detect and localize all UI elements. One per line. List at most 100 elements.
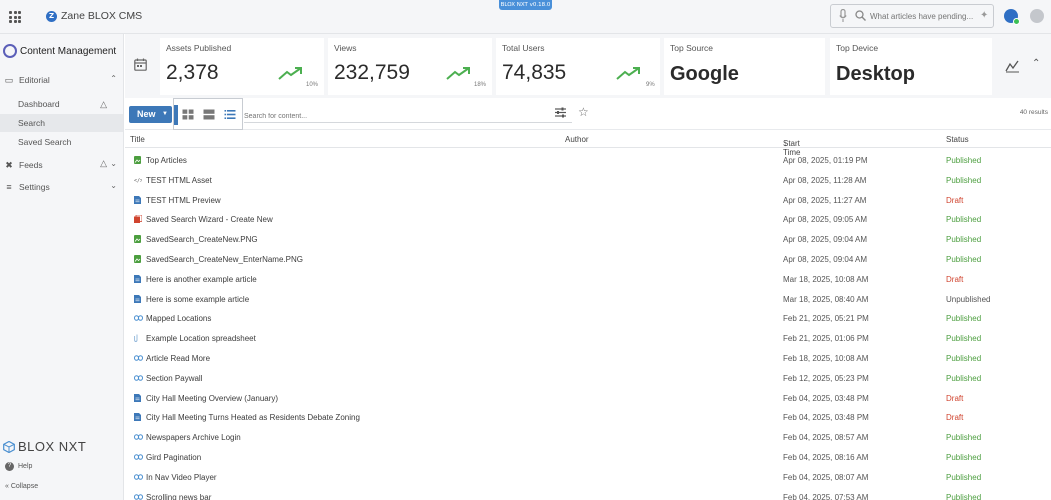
table-row[interactable]: Gird Pagination Feb 04, 2025, 08:16 AM Pub… (125, 447, 1051, 467)
article-type-icon (134, 413, 141, 422)
column-title[interactable]: Title (130, 135, 145, 144)
ai-search-input[interactable] (870, 9, 978, 24)
row-status: Published (946, 314, 982, 324)
content-search[interactable] (244, 105, 572, 125)
chevron-down-icon[interactable]: ⌄ (110, 181, 117, 190)
arrow-down-icon: ↓ (783, 139, 787, 148)
logo-text: BLOX NXT (18, 439, 87, 454)
row-title[interactable]: City Hall Meeting Turns Heated as Reside… (146, 413, 360, 422)
sidebar-group-settings[interactable]: ≡ Settings ⌄ (0, 177, 124, 197)
table-row[interactable]: Top Articles Apr 08, 2025, 01:19 PM Publis… (125, 150, 1051, 170)
chevron-down-icon[interactable]: ⌄ (130, 9, 138, 20)
help-link[interactable]: ? Help (5, 462, 32, 471)
sidebar-group-label: Editorial (19, 75, 50, 85)
row-start-time: Feb 04, 2025, 08:07 AM (783, 472, 869, 482)
link-type-icon (134, 314, 143, 322)
grid-view-icon[interactable] (182, 109, 194, 120)
row-title[interactable]: Newspapers Archive Login (146, 433, 241, 442)
sidebar-item-label: Dashboard (18, 99, 60, 109)
app-grid-icon[interactable] (9, 11, 21, 23)
chevron-up-icon[interactable]: ⌃ (1032, 58, 1040, 69)
flask-icon: △ (100, 158, 107, 168)
row-title[interactable]: City Hall Meeting Overview (January) (146, 394, 278, 403)
row-title[interactable]: Here is another example article (146, 275, 257, 284)
image-type-icon (134, 156, 141, 164)
caret-down-icon[interactable]: ▼ (162, 106, 168, 123)
calendar-icon[interactable] (134, 58, 147, 71)
table-row[interactable]: Newspapers Archive Login Feb 04, 2025, 08… (125, 427, 1051, 447)
table-row[interactable]: Scrolling news bar Feb 04, 2025, 07:53 AM… (125, 487, 1051, 500)
row-title[interactable]: SavedSearch_CreateNew.PNG (146, 235, 258, 244)
table-row[interactable]: City Hall Meeting Turns Heated as Reside… (125, 407, 1051, 427)
row-title[interactable]: TEST HTML Asset (146, 176, 212, 185)
row-title[interactable]: Article Read More (146, 354, 210, 363)
table-row[interactable]: Mapped Locations Feb 21, 2025, 05:21 PM Pu… (125, 308, 1051, 328)
sidebar-group-feeds[interactable]: ✖ Feeds △ ⌄ (0, 155, 124, 175)
notifications-icon[interactable] (1004, 9, 1020, 25)
table-row[interactable]: TEST HTML Preview Apr 08, 2025, 11:27 AM D… (125, 190, 1051, 210)
row-title[interactable]: Section Paywall (146, 374, 202, 383)
microphone-icon[interactable] (839, 9, 847, 23)
column-author[interactable]: Author (565, 135, 589, 144)
table-row[interactable]: SavedSearch_CreateNew_EnterName.PNG Apr 0… (125, 249, 1051, 269)
row-title[interactable]: Example Location spreadsheet (146, 334, 256, 343)
collapse-button[interactable]: « Collapse (5, 483, 38, 490)
row-start-time: Feb 12, 2025, 05:23 PM (783, 373, 869, 383)
row-title[interactable]: In Nav Video Player (146, 473, 217, 482)
trend-up-icon (616, 67, 640, 80)
row-start-time: Apr 08, 2025, 11:27 AM (783, 195, 867, 205)
stat-value: Google (670, 63, 739, 85)
sparkle-icon[interactable]: ✦ (980, 10, 988, 21)
stat-change: 10% (306, 82, 319, 88)
list-view-icon[interactable] (224, 109, 236, 120)
sidebar-item-dashboard[interactable]: Dashboard △ (0, 95, 123, 113)
row-status: Published (946, 254, 982, 264)
row-status: Draft (946, 274, 964, 284)
row-status: Published (946, 433, 982, 443)
chevron-down-icon[interactable]: ⌄ (110, 159, 117, 168)
row-title[interactable]: Mapped Locations (146, 314, 211, 323)
table-row[interactable]: Example Location spreadsheet Feb 21, 2025… (125, 328, 1051, 348)
row-title[interactable]: Saved Search Wizard - Create New (146, 215, 273, 224)
stat-label: Top Source (670, 43, 713, 53)
avatar[interactable] (1030, 9, 1044, 23)
column-status[interactable]: Status (946, 135, 969, 144)
sidebar-item-search[interactable]: Search (0, 114, 123, 132)
star-icon[interactable]: ☆ (578, 105, 589, 119)
trend-up-icon (278, 67, 302, 80)
analytics-chart-icon[interactable] (1005, 59, 1020, 73)
stat-card-top-device: Top Device Desktop (830, 38, 992, 95)
row-title[interactable]: Scrolling news bar (146, 493, 211, 500)
row-title[interactable]: Here is some example article (146, 295, 249, 304)
table-row[interactable]: Here is some example article Mar 18, 2025… (125, 289, 1051, 309)
row-title[interactable]: Gird Pagination (146, 453, 201, 462)
table-row[interactable]: </> TEST HTML Asset Apr 08, 2025, 11:28 AM… (125, 170, 1051, 190)
content-search-input[interactable] (244, 108, 544, 125)
new-button[interactable]: New ▼ (129, 106, 172, 123)
table-row[interactable]: In Nav Video Player Feb 04, 2025, 08:07 A… (125, 467, 1051, 487)
ai-search-box[interactable]: ✦ (830, 4, 994, 28)
html-type-icon: </> (134, 176, 143, 184)
table-row[interactable]: Saved Search Wizard - Create New Apr 08, … (125, 209, 1051, 229)
chevron-up-icon[interactable]: ⌃ (110, 74, 117, 83)
sidebar-group-label: Feeds (19, 160, 43, 170)
table-row[interactable]: Section Paywall Feb 12, 2025, 05:23 PM Pub… (125, 368, 1051, 388)
row-start-time: Apr 08, 2025, 01:19 PM (783, 156, 868, 165)
sidebar-group-editorial[interactable]: ▭ Editorial ⌃ (0, 70, 124, 90)
sidebar-item-saved-search[interactable]: Saved Search (0, 133, 123, 151)
row-start-time: Feb 21, 2025, 05:21 PM (783, 314, 869, 324)
table-row[interactable]: City Hall Meeting Overview (January) Feb … (125, 388, 1051, 408)
filter-sliders-icon[interactable] (555, 107, 566, 118)
card-view-icon[interactable] (203, 109, 215, 120)
row-title[interactable]: TEST HTML Preview (146, 196, 221, 205)
svg-text:</>: </> (134, 178, 142, 184)
row-title[interactable]: Top Articles (146, 156, 187, 165)
table-row[interactable]: Here is another example article Mar 18, 2… (125, 269, 1051, 289)
table-row[interactable]: Article Read More Feb 18, 2025, 10:08 AM P… (125, 348, 1051, 368)
stat-value: Desktop (836, 63, 915, 85)
stat-card-total-users: Total Users 74,835 9% (496, 38, 660, 95)
row-status: Draft (946, 413, 964, 423)
row-title[interactable]: SavedSearch_CreateNew_EnterName.PNG (146, 255, 303, 264)
collection-type-icon (134, 214, 143, 224)
table-row[interactable]: SavedSearch_CreateNew.PNG Apr 08, 2025, 0… (125, 229, 1051, 249)
